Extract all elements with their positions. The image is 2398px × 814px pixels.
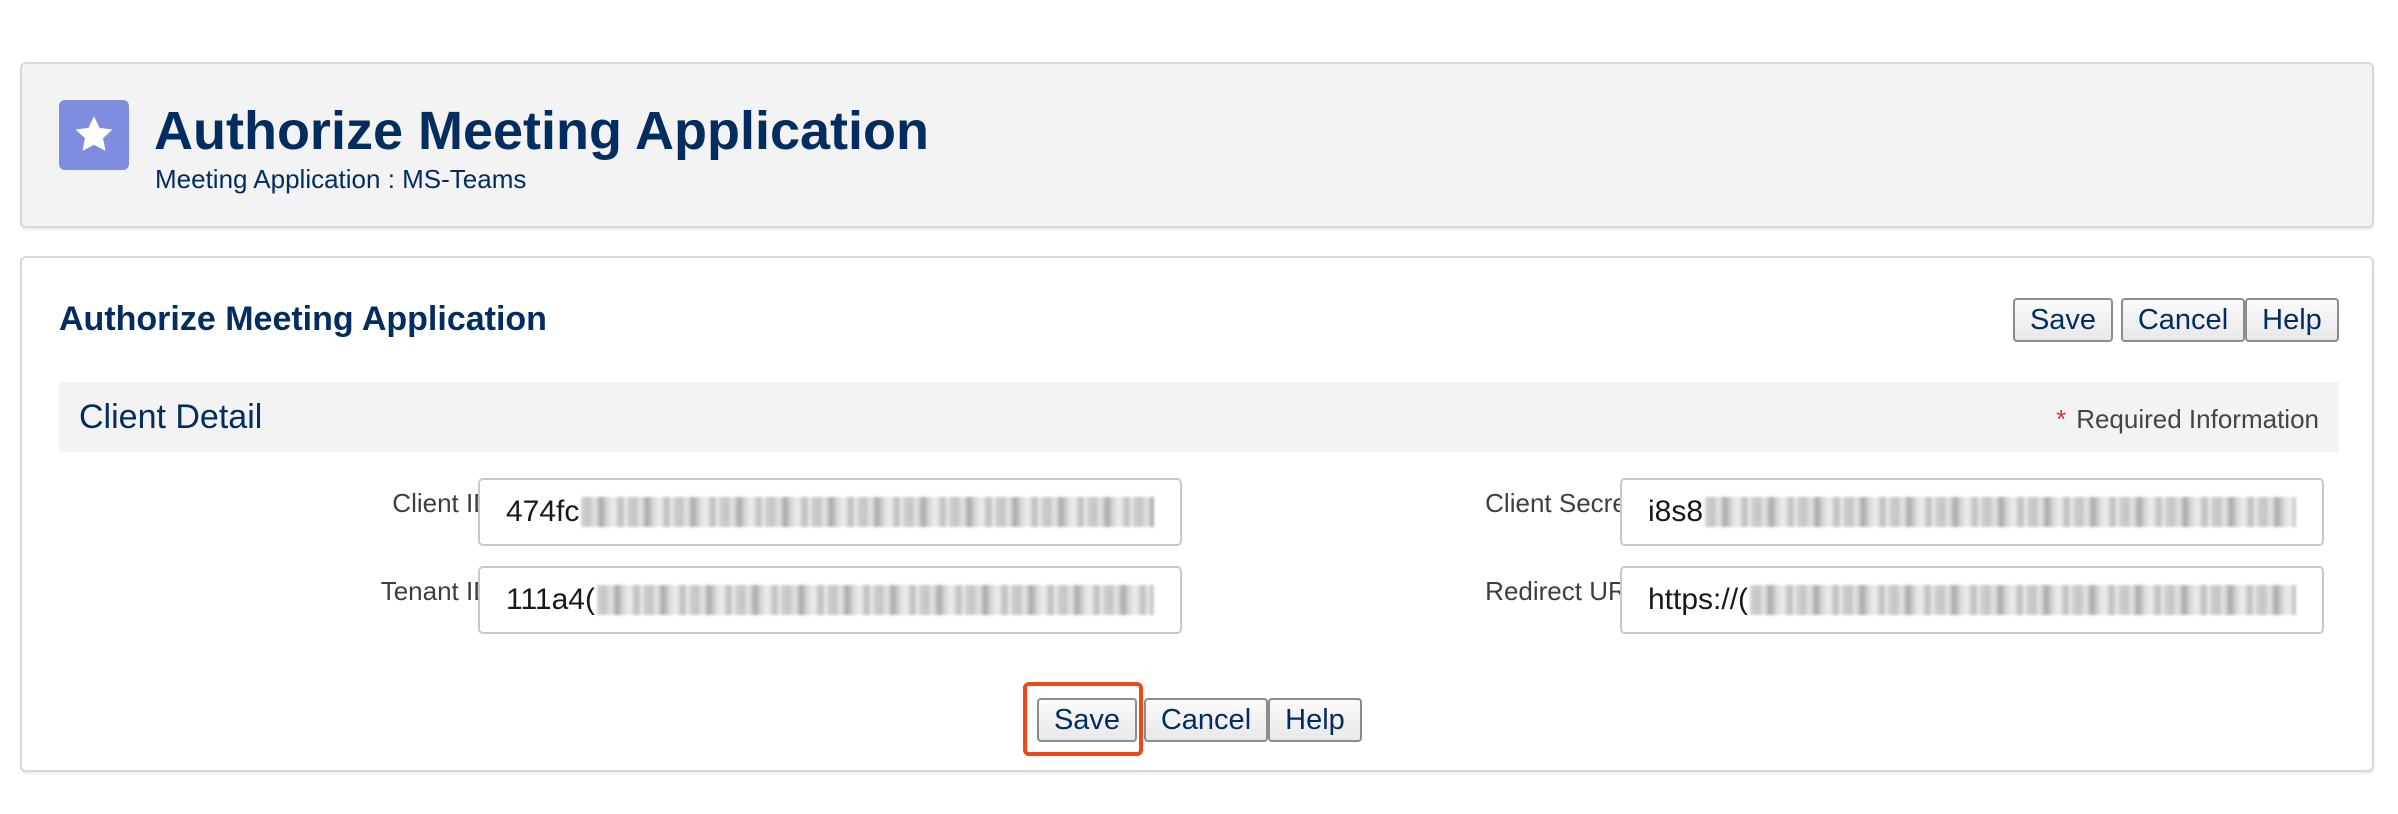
redacted-mask [596,585,1154,615]
tenant-id-value: 111a4( [506,583,595,616]
redacted-mask [1750,585,2296,615]
cancel-button-top[interactable]: Cancel [2121,298,2245,342]
page-header: Authorize Meeting Application Meeting Ap… [20,62,2374,228]
section-title: Authorize Meeting Application [59,300,547,338]
page-subtitle: Meeting Application : MS-Teams [155,164,527,194]
help-button-top[interactable]: Help [2245,298,2339,342]
required-star-icon: * [2056,404,2067,434]
page-title: Authorize Meeting Application [154,101,929,161]
redirect-uri-value: https://( [1648,583,1749,616]
client-secret-value: i8s8 [1648,495,1704,528]
save-button-top[interactable]: Save [2013,298,2113,342]
help-button-bottom[interactable]: Help [1268,698,1362,742]
client-id-input[interactable]: 474fc [478,478,1182,546]
client-detail-title: Client Detail [79,398,263,436]
redacted-mask [1705,497,2296,527]
client-id-value: 474fc [506,495,580,528]
required-text: Required Information [2076,404,2319,434]
tenant-id-label: Tenant ID [380,576,492,606]
authorize-form-card: Authorize Meeting Application Save Cance… [20,256,2374,772]
cancel-button-bottom[interactable]: Cancel [1144,698,1268,742]
tenant-id-input[interactable]: 111a4( [478,566,1182,634]
client-secret-input[interactable]: i8s8 [1620,478,2324,546]
redacted-mask [581,497,1154,527]
required-legend: * Required Information [2056,404,2319,435]
save-button-bottom[interactable]: Save [1037,698,1137,742]
client-detail-header: Client Detail * Required Information [59,382,2339,452]
star-icon [59,100,129,170]
redirect-uri-input[interactable]: https://( [1620,566,2324,634]
redirect-uri-label: Redirect URI [1485,576,1634,606]
client-secret-label: Client Secret [1485,488,1634,518]
